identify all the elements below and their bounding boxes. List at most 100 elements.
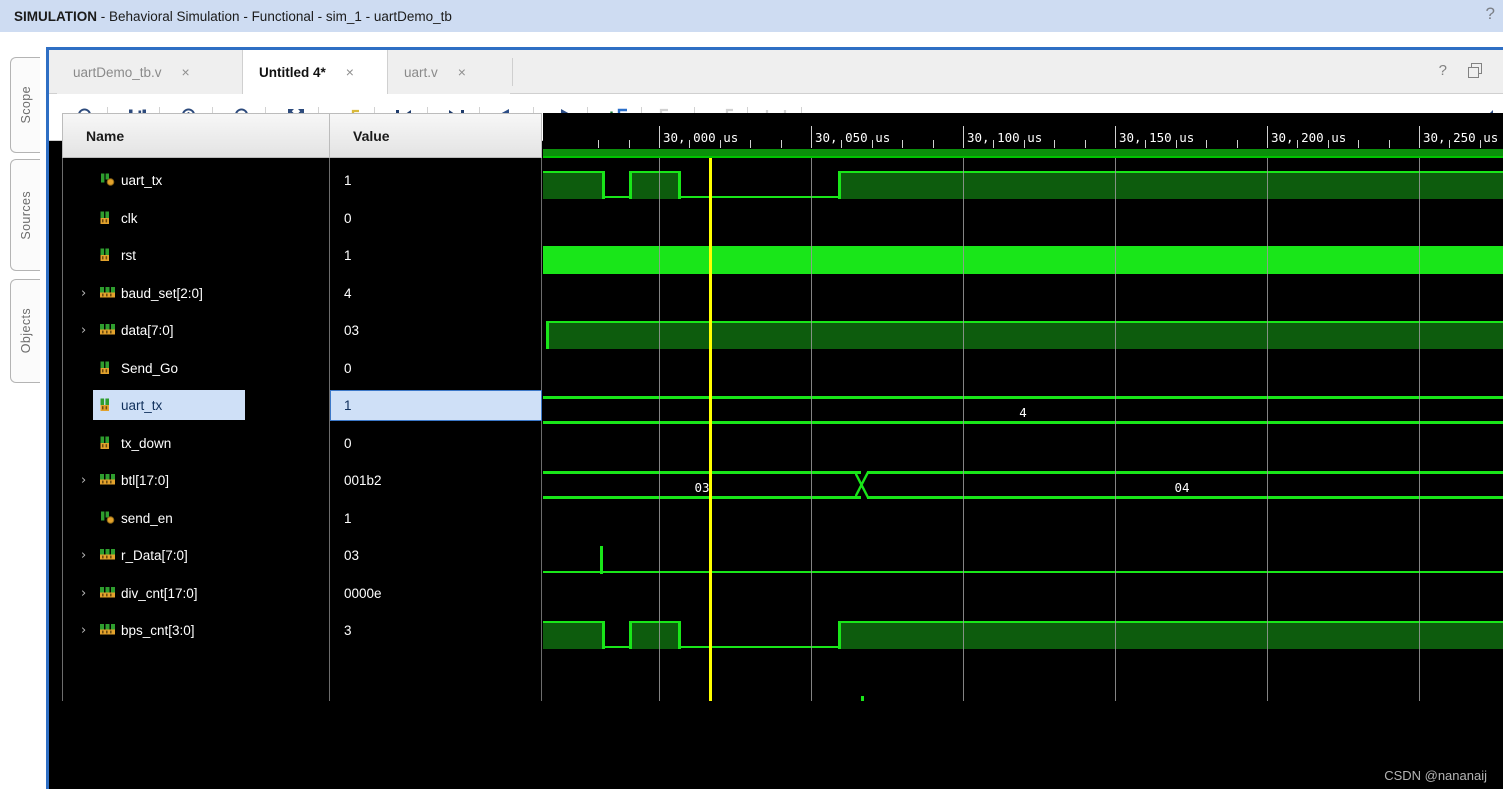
tab-close-icon[interactable]: × xyxy=(182,64,190,80)
left-tab-strip: Scope Sources Objects xyxy=(0,47,47,795)
signal-value-row-10[interactable]: 03 xyxy=(330,537,542,575)
expand-chevron-icon[interactable]: › xyxy=(81,623,86,638)
ruler-minor-tick xyxy=(1237,140,1238,148)
ruler-label: 30, 050 us xyxy=(815,130,891,145)
signal-edge xyxy=(678,171,681,199)
ruler-minor-tick xyxy=(750,140,751,148)
waveform-row-9 xyxy=(543,500,1503,538)
signal-value-row-12[interactable]: 3 xyxy=(330,612,542,650)
signal-name-label: r_Data[7:0] xyxy=(121,548,188,564)
waveform-row-1 xyxy=(543,200,1503,274)
signal-row-5[interactable]: Send_Go xyxy=(63,350,331,388)
signal-row-1[interactable]: clk xyxy=(63,200,331,238)
signal-row-6[interactable]: uart_tx xyxy=(63,387,331,425)
tab-close-icon[interactable]: × xyxy=(458,64,466,80)
signal-row-4[interactable]: › data[7:0] xyxy=(63,312,331,350)
expand-chevron-icon[interactable]: › xyxy=(81,473,86,488)
signal-row-0[interactable]: uart_tx xyxy=(63,162,331,200)
sidebar-item-sources[interactable]: Sources xyxy=(10,159,40,271)
signal-value-row-8[interactable]: 001b2 xyxy=(330,462,542,500)
ruler-major-tick xyxy=(1115,126,1116,148)
tab-uartdemo-tb-v[interactable]: uartDemo_tb.v × xyxy=(57,50,242,94)
signal-row-11[interactable]: › div_cnt[17:0] xyxy=(63,575,331,613)
title-bar: SIMULATION - Behavioral Simulation - Fun… xyxy=(0,0,1503,32)
tab-close-icon[interactable]: × xyxy=(346,64,354,80)
waveform-row-12: 0123456789a0 xyxy=(543,612,1503,650)
signal-row-7[interactable]: tx_down xyxy=(63,425,331,463)
help-icon[interactable]: ? xyxy=(1486,4,1495,24)
expand-chevron-icon[interactable]: › xyxy=(81,548,86,563)
sidebar-item-objects[interactable]: Objects xyxy=(10,279,40,383)
bus-value-label: 04 xyxy=(1174,480,1190,495)
signal-value-row-5[interactable]: 0 xyxy=(330,350,542,388)
value-column-label: Value xyxy=(353,127,390,144)
signal-value-row-3[interactable]: 4 xyxy=(330,275,542,313)
signal-row-8[interactable]: › btl[17:0] xyxy=(63,462,331,500)
float-window-icon[interactable] xyxy=(1468,63,1483,78)
tab-uart-v[interactable]: uart.v × xyxy=(388,50,510,94)
signal-value-row-7[interactable]: 0 xyxy=(330,425,542,463)
signal-edge xyxy=(838,171,841,199)
ruler-label: 30, 200 us xyxy=(1271,130,1347,145)
signal-value-row-1[interactable]: 0 xyxy=(330,200,542,238)
bus-value-label: 4 xyxy=(1019,405,1027,420)
waveform-row-2 xyxy=(543,237,1503,349)
tab-label: Untitled 4* xyxy=(259,64,326,80)
signal-row-2[interactable]: rst xyxy=(63,237,331,275)
ruler-label: 30, 100 us xyxy=(967,130,1043,145)
signal-row-3[interactable]: › baud_set[2:0] xyxy=(63,275,331,313)
sidebar-item-scope-label: Scope xyxy=(18,86,33,124)
expand-chevron-icon[interactable]: › xyxy=(81,323,86,338)
signal-value-label: 0 xyxy=(344,435,352,451)
signal-name-label: uart_tx xyxy=(121,173,163,189)
signal-row-12[interactable]: › bps_cnt[3:0] xyxy=(63,612,331,650)
time-ruler[interactable]: 30, 000 us 30, 050 us 30, 100 us 30, 150 us… xyxy=(543,113,1503,158)
signal-value-label: 1 xyxy=(344,398,352,414)
signal-value-label: 1 xyxy=(344,510,352,526)
name-column-header[interactable]: Name xyxy=(62,113,330,158)
ruler-minor-tick xyxy=(1085,140,1086,148)
signal-bus-icon xyxy=(99,286,116,301)
window-title-app: SIMULATION xyxy=(14,8,97,24)
signal-row-9[interactable]: send_en xyxy=(63,500,331,538)
ruler-minor-tick xyxy=(902,140,903,148)
ruler-major-tick xyxy=(963,126,964,148)
sidebar-item-scope[interactable]: Scope xyxy=(10,57,40,153)
signal-value-row-2[interactable]: 1 xyxy=(330,237,542,275)
signal-value-row-4[interactable]: 03 xyxy=(330,312,542,350)
signal-bus-icon xyxy=(99,623,116,638)
waveform-gridline xyxy=(963,158,964,701)
bus-value-label: 03 xyxy=(694,480,710,495)
port-output-icon xyxy=(99,173,116,188)
waveform-row-4: 03 04 xyxy=(543,312,1503,499)
ruler-minor-tick xyxy=(933,140,934,148)
sidebar-item-sources-label: Sources xyxy=(18,190,33,240)
signal-wire-icon xyxy=(99,398,116,413)
signal-value-label: 03 xyxy=(344,548,360,564)
signal-value-row-0[interactable]: 1 xyxy=(330,162,542,200)
waveform-gridline xyxy=(659,158,660,701)
panel-help-icon[interactable]: ? xyxy=(1439,62,1447,79)
signal-name-label: tx_down xyxy=(121,435,172,451)
signal-bus-icon xyxy=(99,586,116,601)
file-tab-bar: uartDemo_tb.v × Untitled 4* × uart.v × ? xyxy=(49,50,1503,94)
expand-chevron-icon[interactable]: › xyxy=(81,286,86,301)
signal-edge xyxy=(602,171,605,199)
tab-untitled-4[interactable]: Untitled 4* × xyxy=(242,50,388,94)
signal-row-10[interactable]: › r_Data[7:0] xyxy=(63,537,331,575)
signal-value-label: 1 xyxy=(344,248,352,264)
signal-value-row-11[interactable]: 0000e xyxy=(330,575,542,613)
ruler-major-tick xyxy=(659,126,660,148)
waveform-gridline xyxy=(1419,158,1420,701)
signal-value-row-6[interactable]: 1 xyxy=(330,387,542,425)
expand-chevron-icon[interactable]: › xyxy=(81,586,86,601)
signal-wire-icon xyxy=(99,248,116,263)
value-column-header[interactable]: Value xyxy=(330,113,542,158)
waveform-row-10: 0203 xyxy=(543,537,1503,575)
signal-value-row-9[interactable]: 1 xyxy=(330,500,542,538)
ruler-minor-tick xyxy=(781,140,782,148)
time-cursor[interactable] xyxy=(709,158,712,701)
waveform-row-3: 4 xyxy=(543,275,1503,424)
tab-label: uartDemo_tb.v xyxy=(73,64,162,80)
waveform-plot[interactable]: 40304001b2020300000000123456789a030, 017… xyxy=(543,158,1503,701)
